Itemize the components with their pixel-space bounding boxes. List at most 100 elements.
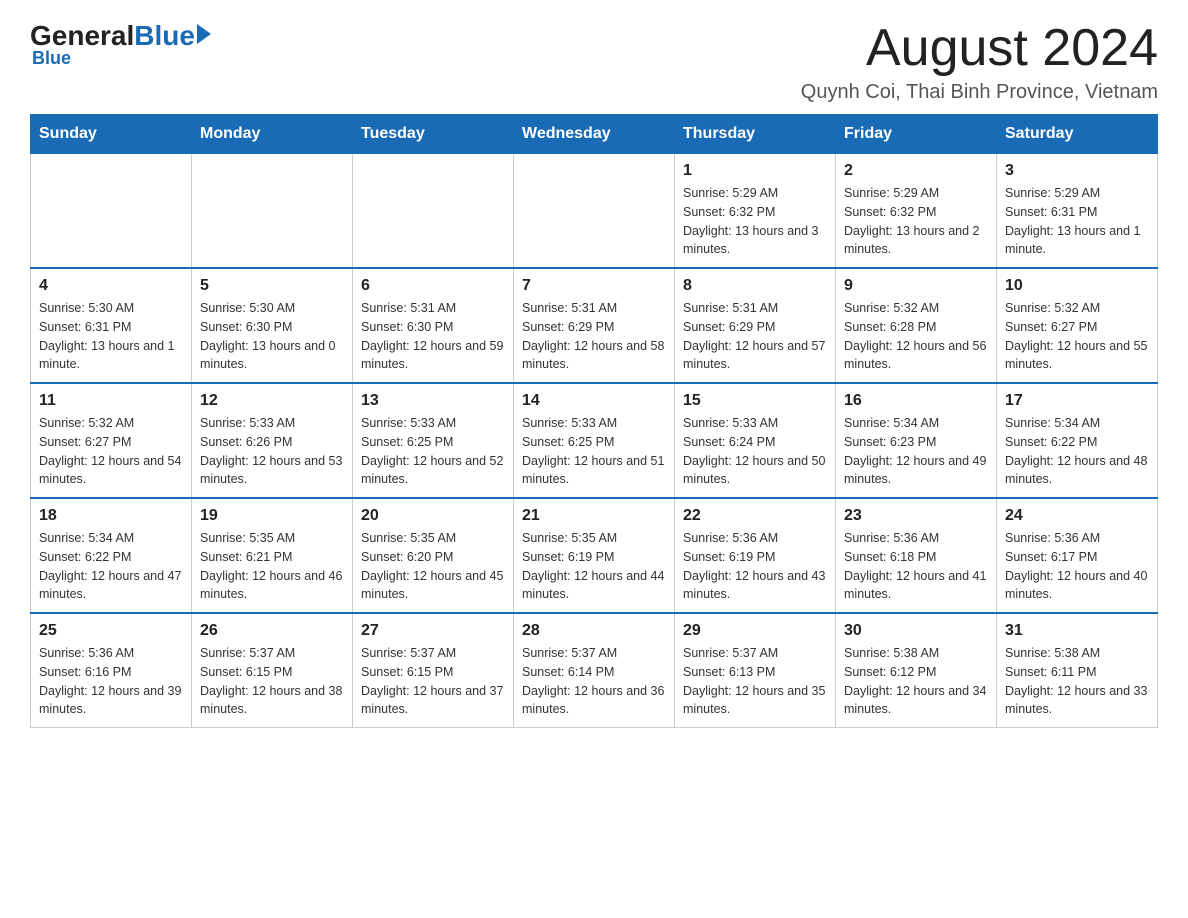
day-number: 4 xyxy=(39,277,183,295)
calendar-header-saturday: Saturday xyxy=(997,115,1158,154)
day-number: 2 xyxy=(844,162,988,180)
day-info: Sunrise: 5:35 AMSunset: 6:19 PMDaylight:… xyxy=(522,529,666,604)
calendar-cell: 14Sunrise: 5:33 AMSunset: 6:25 PMDayligh… xyxy=(514,383,675,498)
calendar-cell xyxy=(353,154,514,269)
calendar-cell: 13 Sunrise: 5:33 AMSunset: 6:25 PMDayligh… xyxy=(353,383,514,498)
calendar-cell: 22 Sunrise: 5:36 AMSunset: 6:19 PMDayligh… xyxy=(675,498,836,613)
calendar-cell: 30 Sunrise: 5:38 AMSunset: 6:12 PMDayligh… xyxy=(836,613,997,728)
calendar-cell: 21 Sunrise: 5:35 AMSunset: 6:19 PMDayligh… xyxy=(514,498,675,613)
day-number: 25 xyxy=(39,622,183,640)
logo-arrow-icon xyxy=(197,24,211,44)
calendar-cell: 18 Sunrise: 5:34 AMSunset: 6:22 PMDayligh… xyxy=(31,498,192,613)
logo-blue-line: Blue xyxy=(32,48,71,69)
calendar-cell xyxy=(514,154,675,269)
day-info: Sunrise: 5:33 AMSunset: 6:25 PMDaylight:… xyxy=(522,414,666,489)
calendar-week-3: 11 Sunrise: 5:32 AMSunset: 6:27 PMDayligh… xyxy=(31,383,1158,498)
day-info: Sunrise: 5:35 AMSunset: 6:20 PMDaylight:… xyxy=(361,529,505,604)
calendar-cell: 29 Sunrise: 5:37 AMSunset: 6:13 PMDayligh… xyxy=(675,613,836,728)
day-info: Sunrise: 5:34 AMSunset: 6:22 PMDaylight:… xyxy=(1005,414,1149,489)
calendar-cell: 10 Sunrise: 5:32 AMSunset: 6:27 PMDayligh… xyxy=(997,268,1158,383)
day-info: Sunrise: 5:33 AMSunset: 6:26 PMDaylight:… xyxy=(200,414,344,489)
day-number: 9 xyxy=(844,277,988,295)
day-number: 12 xyxy=(200,392,344,410)
day-number: 8 xyxy=(683,277,827,295)
day-number: 20 xyxy=(361,507,505,525)
calendar-header-thursday: Thursday xyxy=(675,115,836,154)
day-info: Sunrise: 5:37 AMSunset: 6:13 PMDaylight:… xyxy=(683,644,827,719)
day-info: Sunrise: 5:30 AMSunset: 6:31 PMDaylight:… xyxy=(39,299,183,374)
day-number: 17 xyxy=(1005,392,1149,410)
calendar-cell xyxy=(192,154,353,269)
day-info: Sunrise: 5:37 AMSunset: 6:15 PMDaylight:… xyxy=(361,644,505,719)
day-info: Sunrise: 5:37 AMSunset: 6:15 PMDaylight:… xyxy=(200,644,344,719)
day-number: 15 xyxy=(683,392,827,410)
day-info: Sunrise: 5:36 AMSunset: 6:17 PMDaylight:… xyxy=(1005,529,1149,604)
day-number: 18 xyxy=(39,507,183,525)
day-info: Sunrise: 5:36 AMSunset: 6:18 PMDaylight:… xyxy=(844,529,988,604)
calendar-header-sunday: Sunday xyxy=(31,115,192,154)
calendar-cell: 11 Sunrise: 5:32 AMSunset: 6:27 PMDayligh… xyxy=(31,383,192,498)
calendar-cell: 1 Sunrise: 5:29 AMSunset: 6:32 PMDaylight… xyxy=(675,154,836,269)
page-subtitle: Quynh Coi, Thai Binh Province, Vietnam xyxy=(801,81,1158,104)
calendar-cell: 25 Sunrise: 5:36 AMSunset: 6:16 PMDayligh… xyxy=(31,613,192,728)
day-number: 31 xyxy=(1005,622,1149,640)
day-number: 21 xyxy=(522,507,666,525)
calendar-cell xyxy=(31,154,192,269)
calendar-cell: 24 Sunrise: 5:36 AMSunset: 6:17 PMDayligh… xyxy=(997,498,1158,613)
day-info: Sunrise: 5:34 AMSunset: 6:23 PMDaylight:… xyxy=(844,414,988,489)
day-number: 5 xyxy=(200,277,344,295)
calendar-cell: 23Sunrise: 5:36 AMSunset: 6:18 PMDayligh… xyxy=(836,498,997,613)
day-number: 7 xyxy=(522,277,666,295)
calendar-header-monday: Monday xyxy=(192,115,353,154)
calendar-cell: 31 Sunrise: 5:38 AMSunset: 6:11 PMDayligh… xyxy=(997,613,1158,728)
calendar-cell: 20 Sunrise: 5:35 AMSunset: 6:20 PMDayligh… xyxy=(353,498,514,613)
day-info: Sunrise: 5:32 AMSunset: 6:27 PMDaylight:… xyxy=(1005,299,1149,374)
day-number: 10 xyxy=(1005,277,1149,295)
day-number: 1 xyxy=(683,162,827,180)
day-info: Sunrise: 5:35 AMSunset: 6:21 PMDaylight:… xyxy=(200,529,344,604)
header: GeneralBlue Blue August 2024 Quynh Coi, … xyxy=(30,20,1158,104)
calendar-cell: 15Sunrise: 5:33 AMSunset: 6:24 PMDayligh… xyxy=(675,383,836,498)
calendar-cell: 9 Sunrise: 5:32 AMSunset: 6:28 PMDaylight… xyxy=(836,268,997,383)
day-info: Sunrise: 5:29 AMSunset: 6:32 PMDaylight:… xyxy=(683,184,827,259)
day-info: Sunrise: 5:36 AMSunset: 6:16 PMDaylight:… xyxy=(39,644,183,719)
calendar-cell: 19 Sunrise: 5:35 AMSunset: 6:21 PMDayligh… xyxy=(192,498,353,613)
calendar-table: SundayMondayTuesdayWednesdayThursdayFrid… xyxy=(30,114,1158,728)
calendar-cell: 6Sunrise: 5:31 AMSunset: 6:30 PMDaylight… xyxy=(353,268,514,383)
title-area: August 2024 Quynh Coi, Thai Binh Provinc… xyxy=(801,20,1158,104)
day-number: 19 xyxy=(200,507,344,525)
day-number: 11 xyxy=(39,392,183,410)
day-info: Sunrise: 5:34 AMSunset: 6:22 PMDaylight:… xyxy=(39,529,183,604)
day-info: Sunrise: 5:36 AMSunset: 6:19 PMDaylight:… xyxy=(683,529,827,604)
logo-area: GeneralBlue Blue xyxy=(30,20,211,69)
calendar-cell: 3Sunrise: 5:29 AMSunset: 6:31 PMDaylight… xyxy=(997,154,1158,269)
day-info: Sunrise: 5:38 AMSunset: 6:11 PMDaylight:… xyxy=(1005,644,1149,719)
day-number: 30 xyxy=(844,622,988,640)
day-number: 29 xyxy=(683,622,827,640)
day-number: 26 xyxy=(200,622,344,640)
calendar-cell: 27Sunrise: 5:37 AMSunset: 6:15 PMDayligh… xyxy=(353,613,514,728)
day-number: 24 xyxy=(1005,507,1149,525)
calendar-header-row: SundayMondayTuesdayWednesdayThursdayFrid… xyxy=(31,115,1158,154)
calendar-cell: 12 Sunrise: 5:33 AMSunset: 6:26 PMDayligh… xyxy=(192,383,353,498)
day-info: Sunrise: 5:37 AMSunset: 6:14 PMDaylight:… xyxy=(522,644,666,719)
day-number: 22 xyxy=(683,507,827,525)
calendar-header-wednesday: Wednesday xyxy=(514,115,675,154)
logo-blue: Blue xyxy=(134,20,195,52)
calendar-header-friday: Friday xyxy=(836,115,997,154)
day-number: 3 xyxy=(1005,162,1149,180)
day-info: Sunrise: 5:31 AMSunset: 6:29 PMDaylight:… xyxy=(683,299,827,374)
calendar-week-4: 18 Sunrise: 5:34 AMSunset: 6:22 PMDayligh… xyxy=(31,498,1158,613)
day-info: Sunrise: 5:32 AMSunset: 6:27 PMDaylight:… xyxy=(39,414,183,489)
calendar-header-tuesday: Tuesday xyxy=(353,115,514,154)
calendar-cell: 28 Sunrise: 5:37 AMSunset: 6:14 PMDayligh… xyxy=(514,613,675,728)
day-info: Sunrise: 5:33 AMSunset: 6:25 PMDaylight:… xyxy=(361,414,505,489)
day-number: 13 xyxy=(361,392,505,410)
day-info: Sunrise: 5:32 AMSunset: 6:28 PMDaylight:… xyxy=(844,299,988,374)
day-info: Sunrise: 5:29 AMSunset: 6:32 PMDaylight:… xyxy=(844,184,988,259)
day-info: Sunrise: 5:38 AMSunset: 6:12 PMDaylight:… xyxy=(844,644,988,719)
calendar-cell: 8 Sunrise: 5:31 AMSunset: 6:29 PMDaylight… xyxy=(675,268,836,383)
day-info: Sunrise: 5:31 AMSunset: 6:30 PMDaylight:… xyxy=(361,299,505,374)
day-number: 28 xyxy=(522,622,666,640)
calendar-cell: 7Sunrise: 5:31 AMSunset: 6:29 PMDaylight… xyxy=(514,268,675,383)
